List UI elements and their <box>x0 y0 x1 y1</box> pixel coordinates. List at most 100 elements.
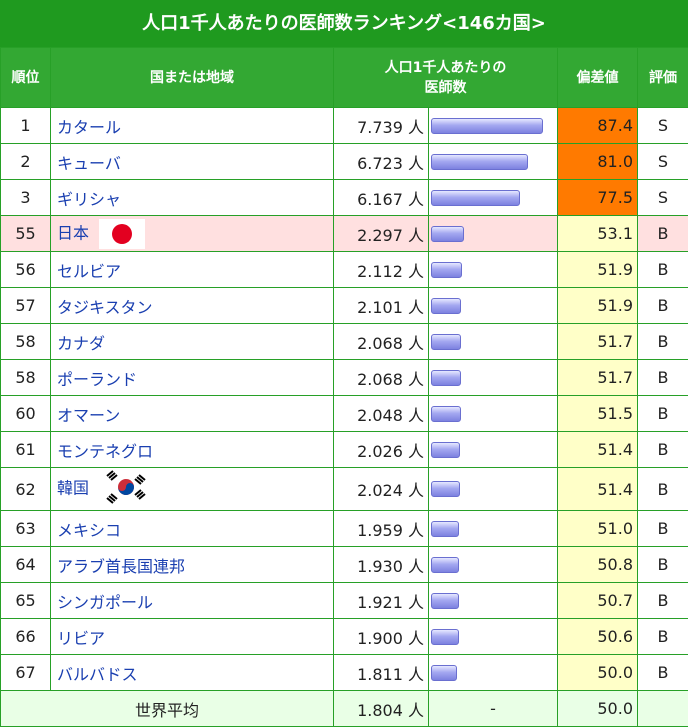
value-bar <box>431 442 460 458</box>
country-link[interactable]: 日本 <box>57 223 89 242</box>
value-bar <box>431 406 461 422</box>
country-link[interactable]: セルビア <box>57 262 121 281</box>
country-link[interactable]: バルバドス <box>57 665 137 684</box>
table-row: 67バルバドス1.811 人50.0B <box>1 655 688 691</box>
deviation-cell: 51.7 <box>558 360 638 396</box>
deviation-cell: 77.5 <box>558 180 638 216</box>
country-cell: バルバドス <box>51 655 334 691</box>
deviation-cell: 51.9 <box>558 288 638 324</box>
country-link[interactable]: モンテネグロ <box>57 442 153 461</box>
table-row: 64アラブ首長国連邦1.930 人50.8B <box>1 547 688 583</box>
value-cell: 1.900 人 <box>334 619 429 655</box>
average-bar: - <box>429 691 558 727</box>
average-label: 世界平均 <box>1 691 334 727</box>
country-link[interactable]: 韓国 <box>57 479 89 498</box>
header-deviation[interactable]: 偏差値 <box>558 48 638 108</box>
value-bar <box>431 557 459 573</box>
country-link[interactable]: アラブ首長国連邦 <box>57 557 185 576</box>
deviation-cell: 51.5 <box>558 396 638 432</box>
country-cell: シンガポール <box>51 583 334 619</box>
page-title: 人口1千人あたりの医師数ランキング<146カ国> <box>0 0 688 47</box>
deviation-cell: 51.0 <box>558 511 638 547</box>
bar-cell <box>429 583 558 619</box>
country-cell: ポーランド <box>51 360 334 396</box>
table-header-row: 順位 国または地域 人口1千人あたりの 医師数 偏差値 評価 <box>1 48 688 108</box>
country-link[interactable]: オマーン <box>57 406 120 425</box>
value-cell: 2.026 人 <box>334 432 429 468</box>
country-link[interactable]: カタール <box>57 118 121 137</box>
evaluation-cell: B <box>638 216 688 252</box>
rank-cell: 63 <box>1 511 51 547</box>
value-bar <box>431 154 528 170</box>
rank-cell: 3 <box>1 180 51 216</box>
rank-cell: 64 <box>1 547 51 583</box>
table-row: 55日本2.297 人53.1B <box>1 216 688 252</box>
country-cell: アラブ首長国連邦 <box>51 547 334 583</box>
country-cell: 韓国 <box>51 468 334 511</box>
evaluation-cell: B <box>638 547 688 583</box>
header-rank[interactable]: 順位 <box>1 48 51 108</box>
bar-cell <box>429 108 558 144</box>
table-row: 1カタール7.739 人87.4S <box>1 108 688 144</box>
country-cell: オマーン <box>51 396 334 432</box>
bar-cell <box>429 252 558 288</box>
value-cell: 2.101 人 <box>334 288 429 324</box>
country-link[interactable]: シンガポール <box>57 593 153 612</box>
deviation-cell: 50.7 <box>558 583 638 619</box>
evaluation-cell: S <box>638 108 688 144</box>
bar-cell <box>429 360 558 396</box>
value-bar <box>431 629 459 645</box>
ranking-container: 人口1千人あたりの医師数ランキング<146カ国> 順位 国または地域 人口1千人… <box>0 0 688 727</box>
deviation-cell: 53.1 <box>558 216 638 252</box>
deviation-cell: 81.0 <box>558 144 638 180</box>
country-link[interactable]: ポーランド <box>57 370 137 389</box>
value-cell: 2.068 人 <box>334 324 429 360</box>
table-row: 65シンガポール1.921 人50.7B <box>1 583 688 619</box>
rank-cell: 62 <box>1 468 51 511</box>
average-deviation: 50.0 <box>558 691 638 727</box>
value-bar <box>431 593 459 609</box>
average-evaluation <box>638 691 688 727</box>
deviation-cell: 51.4 <box>558 468 638 511</box>
value-bar <box>431 298 461 314</box>
evaluation-cell: B <box>638 511 688 547</box>
rank-cell: 55 <box>1 216 51 252</box>
rank-cell: 65 <box>1 583 51 619</box>
evaluation-cell: B <box>638 432 688 468</box>
table-row: 58カナダ2.068 人51.7B <box>1 324 688 360</box>
value-bar <box>431 521 459 537</box>
rank-cell: 66 <box>1 619 51 655</box>
value-cell: 1.921 人 <box>334 583 429 619</box>
header-evaluation[interactable]: 評価 <box>638 48 688 108</box>
table-row: 56セルビア2.112 人51.9B <box>1 252 688 288</box>
value-bar <box>431 262 462 278</box>
rank-cell: 67 <box>1 655 51 691</box>
deviation-cell: 50.0 <box>558 655 638 691</box>
header-value[interactable]: 人口1千人あたりの 医師数 <box>334 48 558 108</box>
country-link[interactable]: ギリシャ <box>57 190 121 209</box>
value-bar <box>431 190 520 206</box>
country-link[interactable]: キューバ <box>57 154 121 173</box>
rank-cell: 60 <box>1 396 51 432</box>
japan-flag-icon <box>99 219 145 249</box>
country-link[interactable]: カナダ <box>57 334 105 353</box>
country-cell: リビア <box>51 619 334 655</box>
country-link[interactable]: メキシコ <box>57 521 121 540</box>
header-country[interactable]: 国または地域 <box>51 48 334 108</box>
value-cell: 2.068 人 <box>334 360 429 396</box>
country-link[interactable]: リビア <box>57 629 105 648</box>
value-bar <box>431 226 464 242</box>
header-value-line1: 人口1千人あたりの <box>385 60 507 76</box>
evaluation-cell: S <box>638 144 688 180</box>
rank-cell: 2 <box>1 144 51 180</box>
value-cell: 1.959 人 <box>334 511 429 547</box>
value-cell: 6.723 人 <box>334 144 429 180</box>
bar-cell <box>429 468 558 511</box>
bar-cell <box>429 288 558 324</box>
table-row: 62韓国2.024 人51.4B <box>1 468 688 511</box>
evaluation-cell: B <box>638 324 688 360</box>
evaluation-cell: B <box>638 468 688 511</box>
country-cell: カナダ <box>51 324 334 360</box>
country-link[interactable]: タジキスタン <box>57 298 153 317</box>
bar-cell <box>429 144 558 180</box>
